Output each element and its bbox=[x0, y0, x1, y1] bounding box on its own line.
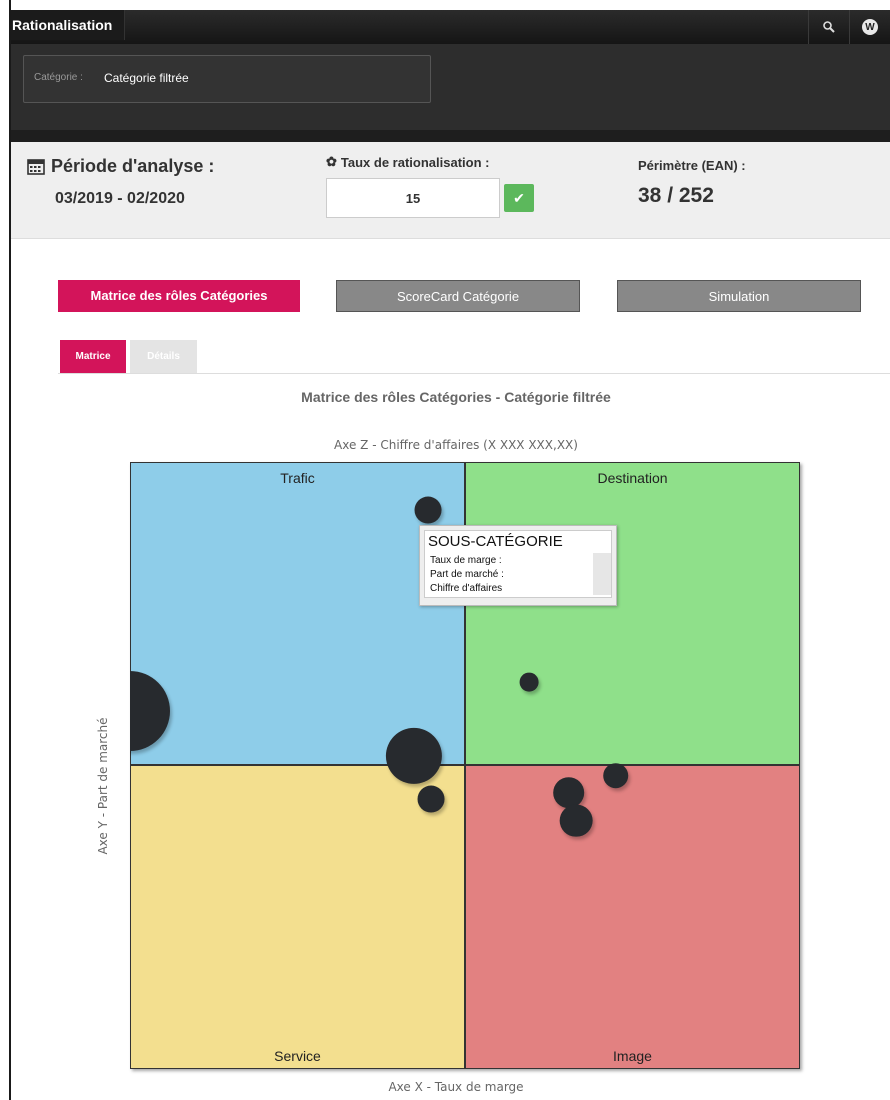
tab-details[interactable]: Détails bbox=[130, 340, 197, 374]
info-bar: Période d'analyse : 03/2019 - 02/2020 ✿ … bbox=[11, 142, 890, 239]
bubble-tooltip: SOUS-CATÉGORIE Taux de marge : Part de m… bbox=[419, 525, 617, 606]
tab-matrice[interactable]: Matrice bbox=[60, 340, 126, 374]
avatar[interactable]: W bbox=[862, 19, 878, 35]
tooltip-part-marche: Part de marché : bbox=[430, 569, 504, 580]
taux-input[interactable] bbox=[326, 178, 500, 218]
tooltip-chiffre-affaires: Chiffre d'affaires bbox=[430, 583, 503, 594]
simulation-button[interactable]: Simulation bbox=[617, 280, 861, 312]
filter-label: Catégorie : bbox=[34, 72, 83, 83]
bubble-point[interactable] bbox=[417, 785, 445, 813]
calendar-icon bbox=[27, 159, 45, 175]
filter-value[interactable]: Catégorie filtrée bbox=[104, 71, 189, 85]
axis-y-label: Axe Y - Part de marché bbox=[96, 717, 110, 855]
axis-x-label: Axe X - Taux de marge bbox=[388, 1080, 524, 1094]
category-filter[interactable]: Catégorie : Catégorie filtrée bbox=[23, 55, 431, 103]
tooltip-scrollbar[interactable] bbox=[593, 553, 611, 595]
quadrant-label-image: Image bbox=[613, 1048, 652, 1064]
quadrant-label-trafic: Trafic bbox=[280, 470, 315, 486]
validate-button[interactable]: ✔ bbox=[504, 184, 534, 212]
search-icon[interactable] bbox=[808, 10, 849, 44]
period-value: 03/2019 - 02/2020 bbox=[55, 190, 185, 207]
check-icon: ✔ bbox=[513, 189, 525, 206]
axis-z-label: Axe Z - Chiffre d'affaires (X XXX XXX,XX… bbox=[334, 438, 578, 452]
top-icons: W bbox=[808, 10, 890, 44]
taux-title: ✿ Taux de rationalisation : bbox=[326, 154, 489, 170]
app-title: Rationalisation bbox=[11, 10, 126, 40]
bubble-point[interactable] bbox=[519, 672, 539, 692]
bubble-point[interactable] bbox=[385, 727, 443, 784]
bubble-point[interactable] bbox=[602, 763, 629, 789]
separator-band bbox=[11, 130, 890, 142]
tooltip-title: SOUS-CATÉGORIE bbox=[428, 533, 563, 550]
quadrant-destination: Destination bbox=[465, 462, 800, 765]
bubble-point[interactable] bbox=[414, 496, 442, 524]
filter-bar: Catégorie : Catégorie filtrée bbox=[11, 44, 890, 130]
quadrant-label-destination: Destination bbox=[597, 470, 668, 486]
top-bar: Rationalisation W bbox=[11, 10, 890, 44]
bubble-point[interactable] bbox=[559, 804, 593, 838]
perimetre-label: Périmètre (EAN) : bbox=[638, 158, 746, 173]
quadrant-image: Image bbox=[465, 765, 800, 1069]
matrice-roles-button[interactable]: Matrice des rôles Catégories bbox=[58, 280, 300, 312]
tooltip-body: SOUS-CATÉGORIE Taux de marge : Part de m… bbox=[424, 530, 612, 598]
perimetre-value: 38 / 252 bbox=[638, 184, 714, 207]
taux-label: Taux de rationalisation : bbox=[340, 154, 490, 170]
chart-title: Matrice des rôles Catégories - Catégorie… bbox=[301, 389, 611, 405]
period-title: Période d'analyse : bbox=[27, 156, 214, 177]
window-left-edge bbox=[0, 0, 11, 1100]
period-label: Période d'analyse : bbox=[51, 156, 215, 176]
quadrant-label-service: Service bbox=[274, 1048, 321, 1064]
tooltip-taux-marge: Taux de marge : bbox=[430, 555, 502, 566]
user-menu[interactable]: W bbox=[849, 10, 890, 44]
quadrant-service: Service bbox=[130, 765, 465, 1069]
gear-icon: ✿ bbox=[326, 154, 337, 169]
tabs-underline bbox=[58, 373, 890, 374]
scorecard-button[interactable]: ScoreCard Catégorie bbox=[336, 280, 580, 312]
